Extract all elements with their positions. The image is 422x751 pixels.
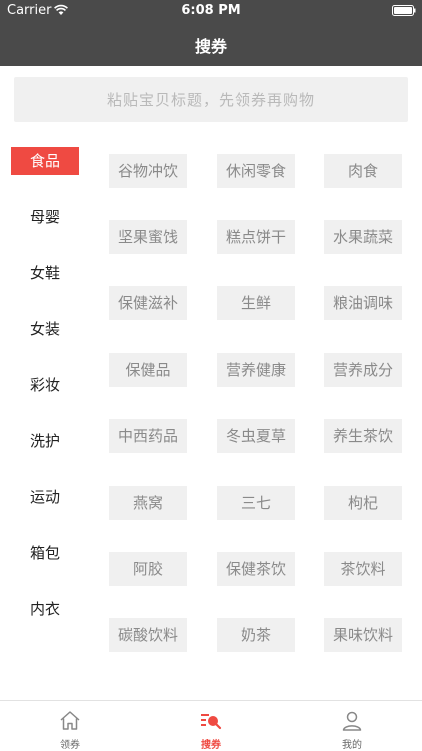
subcategory-tag[interactable]: 坚果蜜饯 [109,220,187,254]
category-item[interactable]: 运动 [11,483,79,511]
clock: 6:08 PM [181,3,241,18]
home-icon [60,711,80,730]
subcategory-tag[interactable]: 生鲜 [217,286,295,320]
subcategory-tag[interactable]: 阿胶 [109,552,187,586]
category-item[interactable]: 女鞋 [11,259,79,287]
page-title: 搜券 [194,37,227,56]
category-item[interactable]: 箱包 [11,539,79,567]
tab-label: 我的 [342,740,362,751]
subcategory-tag[interactable]: 果味饮料 [324,618,402,652]
subcategory-tag[interactable]: 碳酸饮料 [109,618,187,652]
tab-label: 领券 [60,740,80,751]
subcategory-tag[interactable]: 三七 [217,486,295,520]
subcategory-tag[interactable]: 肉食 [324,154,402,188]
category-item[interactable]: 彩妆 [11,371,79,399]
subcategory-tag[interactable]: 糕点饼干 [217,220,295,254]
user-icon [342,711,362,731]
tab-label: 搜券 [201,740,221,751]
tab-coupons[interactable]: 领券 [0,701,140,751]
category-item[interactable]: 内衣 [11,595,79,623]
tab-search-coupons[interactable]: 搜券 [141,701,281,751]
subcategory-tag[interactable]: 水果蔬菜 [324,220,402,254]
subcategory-tag[interactable]: 休闲零食 [217,154,295,188]
status-bar: Carrier 6:08 PM [0,0,422,22]
subcategory-tag[interactable]: 燕窝 [109,486,187,520]
subcategory-tag[interactable]: 保健茶饮 [217,552,295,586]
subcategory-tag[interactable]: 营养成分 [324,353,402,387]
subcategory-tag[interactable]: 奶茶 [217,618,295,652]
top-bar: Carrier 6:08 PM 搜券 [0,0,422,66]
category-item[interactable]: 食品 [11,147,79,175]
search-coupon-icon [201,714,222,730]
category-item[interactable]: 母婴 [11,203,79,231]
category-item[interactable]: 女装 [11,315,79,343]
subcategory-tag[interactable]: 谷物冲饮 [109,154,187,188]
subcategory-tag[interactable]: 茶饮料 [324,552,402,586]
subcategory-tag[interactable]: 中西药品 [109,419,187,453]
subcategory-tag[interactable]: 营养健康 [217,353,295,387]
subcategory-tag[interactable]: 粮油调味 [324,286,402,320]
category-item[interactable]: 洗护 [11,427,79,455]
subcategory-tag[interactable]: 保健滋补 [109,286,187,320]
subcategory-tag[interactable]: 保健品 [109,353,187,387]
subcategory-tag[interactable]: 养生茶饮 [324,419,402,453]
tab-profile[interactable]: 我的 [282,701,422,751]
subcategory-tag[interactable]: 冬虫夏草 [217,419,295,453]
search-input[interactable]: 粘贴宝贝标题，先领券再购物 [14,77,408,122]
subcategory-tag[interactable]: 枸杞 [324,486,402,520]
tab-bar: 领券 搜券 我的 [0,700,422,751]
battery-icon [392,5,416,16]
